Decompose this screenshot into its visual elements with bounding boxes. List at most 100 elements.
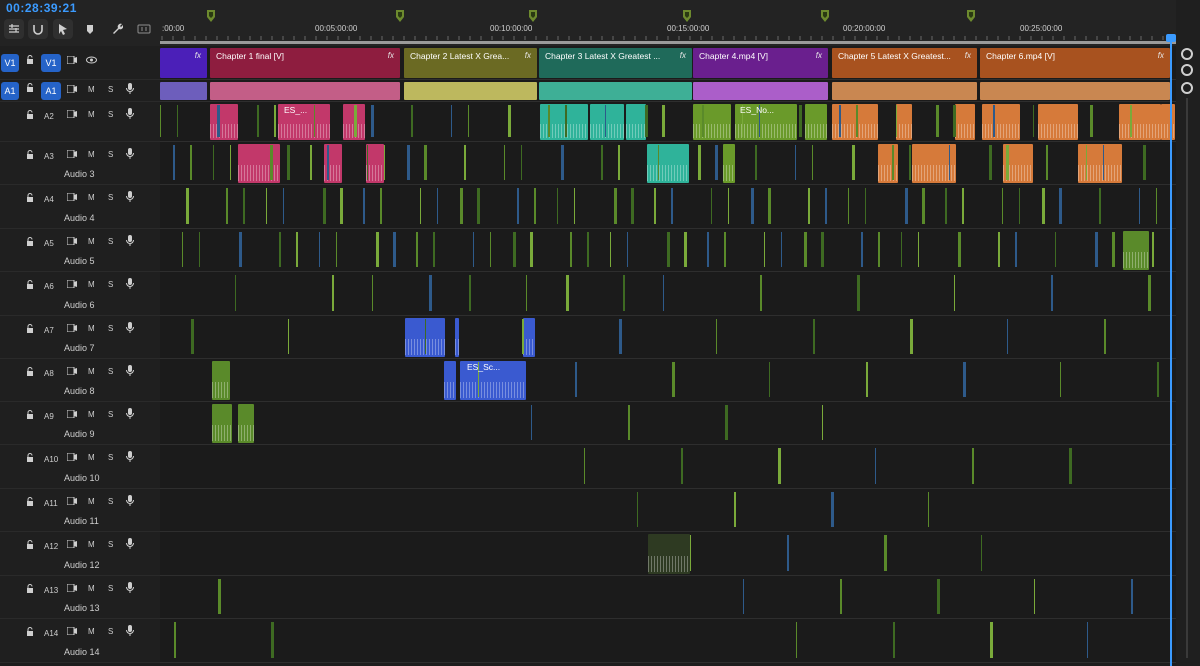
mute-button[interactable]: M — [88, 150, 95, 159]
audio-clip-sliver[interactable] — [662, 105, 665, 137]
audio-clip-sliver[interactable] — [825, 188, 827, 224]
audio-clip-sliver[interactable] — [287, 145, 290, 180]
audio-clip-sliver[interactable] — [1095, 232, 1098, 267]
lock-icon[interactable] — [26, 237, 34, 249]
mute-button[interactable]: M — [88, 453, 95, 462]
audio-clip-sliver[interactable] — [570, 232, 572, 267]
audio-clip-sliver[interactable] — [217, 105, 220, 137]
audio-clip-sliver[interactable] — [981, 535, 982, 571]
audio-clip-sliver[interactable] — [464, 145, 466, 180]
track-lane-a14[interactable] — [160, 619, 1176, 663]
audio-clip-sliver[interactable] — [218, 579, 221, 614]
video-clip[interactable]: Chapter 5 Latest X Greatest... fx — [832, 48, 977, 78]
audio-clip-sliver[interactable] — [839, 105, 841, 137]
audio-clip-sliver[interactable] — [619, 319, 622, 354]
audio-clip-sliver[interactable] — [667, 232, 670, 267]
audio-clip-sliver[interactable] — [751, 188, 754, 224]
audio-clip-sliver[interactable] — [875, 448, 876, 484]
audio-clip-a1[interactable] — [832, 82, 977, 100]
audio-clip-sliver[interactable] — [702, 105, 704, 137]
audio-clip-sliver[interactable] — [182, 232, 183, 267]
lock-icon[interactable] — [26, 150, 34, 162]
source-patch-v1[interactable]: V1 — [1, 54, 19, 72]
mute-button[interactable]: M — [88, 367, 95, 376]
audio-clip-sliver[interactable] — [861, 232, 863, 267]
marker-icon[interactable] — [207, 9, 215, 22]
audio-clip-sliver[interactable] — [728, 188, 729, 224]
vertical-zoom-scrollbar[interactable] — [1176, 0, 1200, 666]
audio-clip-sliver[interactable] — [918, 232, 919, 267]
marker-icon[interactable] — [396, 9, 404, 22]
audio-clip-sliver[interactable] — [266, 188, 267, 224]
audio-clip-sliver[interactable] — [892, 145, 894, 180]
audio-clip-sliver[interactable] — [1104, 319, 1106, 354]
mute-button[interactable]: M — [88, 410, 95, 419]
mute-button[interactable]: M — [88, 324, 95, 333]
audio-clip-sliver[interactable] — [376, 232, 379, 267]
audio-clip-sliver[interactable] — [936, 105, 939, 137]
audio-clip-sliver[interactable] — [288, 319, 289, 354]
microphone-icon[interactable] — [126, 365, 134, 378]
audio-clip-sliver[interactable] — [336, 232, 337, 267]
microphone-icon[interactable] — [126, 625, 134, 638]
audio-clip-sliver[interactable] — [711, 188, 712, 224]
audio-clip-sliver[interactable] — [332, 275, 334, 311]
track-lane-a13[interactable] — [160, 576, 1176, 619]
audio-clip-sliver[interactable] — [508, 105, 511, 137]
audio-clip-sliver[interactable] — [323, 188, 326, 224]
audio-clip-sliver[interactable] — [796, 622, 797, 658]
audio-clip-sliver[interactable] — [627, 232, 628, 267]
audio-clip-sliver[interactable] — [795, 145, 796, 180]
audio-clip-sliver[interactable] — [787, 535, 789, 571]
lock-icon[interactable] — [26, 193, 34, 205]
audio-clip-sliver[interactable] — [618, 145, 620, 180]
audio-clip-sliver[interactable] — [504, 145, 505, 180]
audio-clip-sliver[interactable] — [910, 319, 913, 354]
track-lane-a6[interactable] — [160, 272, 1176, 316]
audio-clip-sliver[interactable] — [1006, 145, 1009, 180]
audio-clip[interactable] — [238, 404, 254, 443]
mute-button[interactable]: M — [88, 85, 95, 94]
microphone-icon[interactable] — [126, 408, 134, 421]
audio-clip-sliver[interactable] — [473, 232, 474, 267]
captions-icon[interactable] — [134, 19, 154, 39]
toggle-sync-icon[interactable] — [66, 279, 77, 290]
audio-clip-sliver[interactable] — [937, 579, 940, 614]
video-clip[interactable]: fx — [160, 48, 207, 78]
lock-icon[interactable] — [26, 584, 34, 596]
audio-clip-sliver[interactable] — [420, 188, 421, 224]
audio-clip-sliver[interactable] — [363, 188, 365, 224]
marker-icon[interactable] — [821, 9, 829, 22]
solo-button[interactable]: S — [108, 280, 113, 289]
audio-clip-sliver[interactable] — [716, 319, 717, 354]
audio-clip-sliver[interactable] — [230, 145, 231, 180]
audio-clip-a1[interactable] — [539, 82, 692, 100]
audio-clip-sliver[interactable] — [1059, 188, 1062, 224]
audio-clip-sliver[interactable] — [645, 105, 648, 137]
audio-clip-sliver[interactable] — [663, 275, 664, 311]
audio-clip-sliver[interactable] — [1090, 105, 1093, 137]
snap-icon[interactable] — [28, 19, 48, 39]
audio-clip-sliver[interactable] — [425, 319, 426, 354]
audio-clip-sliver[interactable] — [372, 275, 373, 311]
audio-clip-sliver[interactable] — [565, 105, 567, 137]
audio-clip-sliver[interactable] — [658, 145, 659, 180]
audio-clip-sliver[interactable] — [380, 188, 382, 224]
audio-clip-sliver[interactable] — [905, 188, 908, 224]
track-lane-a10[interactable] — [160, 445, 1176, 489]
track-lane-a1[interactable] — [160, 80, 1176, 102]
audio-clip-sliver[interactable] — [1099, 188, 1101, 224]
audio-clip-a1[interactable] — [980, 82, 1170, 100]
audio-clip-sliver[interactable] — [1148, 275, 1151, 311]
audio-clip-sliver[interactable] — [1051, 275, 1053, 311]
audio-clip[interactable] — [955, 104, 975, 140]
audio-clip-sliver[interactable] — [922, 188, 925, 224]
microphone-icon[interactable] — [126, 235, 134, 248]
audio-clip[interactable] — [455, 318, 459, 357]
solo-button[interactable]: S — [108, 627, 113, 636]
audio-clip-sliver[interactable] — [310, 145, 312, 180]
audio-clip-sliver[interactable] — [690, 535, 691, 571]
audio-clip-sliver[interactable] — [271, 622, 274, 658]
audio-clip-sliver[interactable] — [856, 105, 858, 137]
audio-clip-sliver[interactable] — [781, 232, 782, 267]
